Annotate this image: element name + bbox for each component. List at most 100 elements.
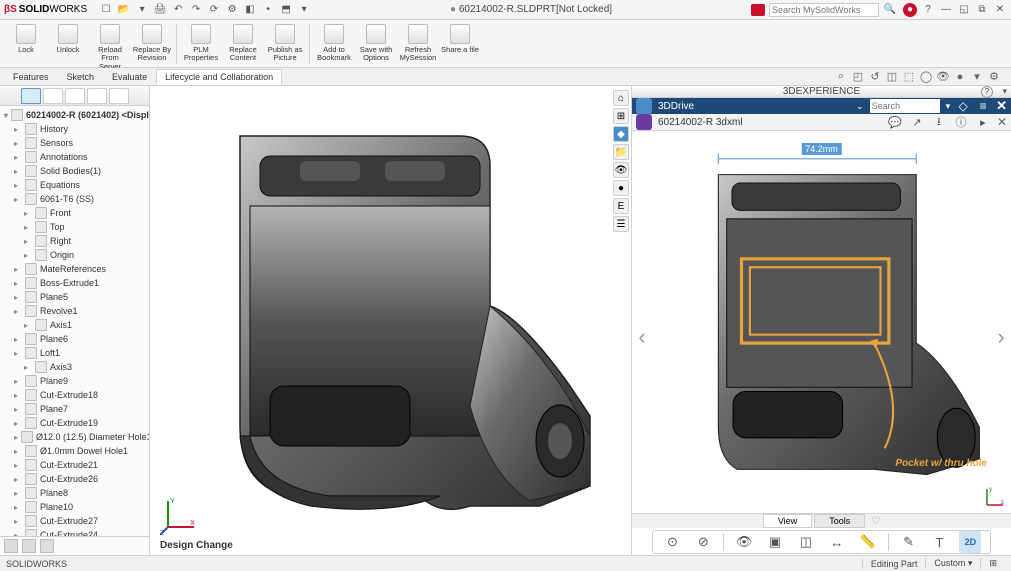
tree-item[interactable]: ▸Sensors	[4, 136, 145, 150]
panel-search-input[interactable]	[870, 99, 940, 113]
drive-dropdown-icon[interactable]: ⌄	[856, 101, 864, 112]
panel-tab-view[interactable]: View	[763, 514, 812, 528]
prev-view-icon[interactable]: ↺	[868, 70, 882, 84]
taskpane-3dx-icon[interactable]: ◆	[613, 126, 629, 142]
ext4-icon[interactable]: ▾	[297, 3, 311, 17]
restore2-icon[interactable]: ⧉	[975, 3, 989, 17]
tree-item[interactable]: ▸Solid Bodies(1)	[4, 164, 145, 178]
tool-pen-icon[interactable]: ✎	[898, 531, 920, 553]
ribbon-share[interactable]: Share a file	[440, 22, 480, 56]
section-icon[interactable]: ◫	[885, 70, 899, 84]
ribbon-publish-picture[interactable]: Publish as Picture	[265, 22, 305, 65]
tree-item[interactable]: ▸Cut-Extrude24	[4, 528, 145, 536]
view-orient-icon[interactable]: ⬚	[902, 70, 916, 84]
tab-sketch[interactable]: Sketch	[58, 69, 104, 85]
close-icon[interactable]: ✕	[993, 3, 1007, 17]
ribbon-unlock[interactable]: Unlock	[48, 22, 88, 56]
tree-item[interactable]: ▸Plane7	[4, 402, 145, 416]
doc-close-icon[interactable]: ✕	[997, 115, 1007, 129]
tool-explode-icon[interactable]: ⊙	[661, 531, 683, 553]
tool-2d-icon[interactable]: 2D	[959, 531, 981, 553]
tree-item[interactable]: ▸Plane5	[4, 290, 145, 304]
tree-item[interactable]: ▸Front	[4, 206, 145, 220]
options-icon[interactable]: ⚙	[225, 3, 239, 17]
tree-item[interactable]: ▸Cut-Extrude21	[4, 458, 145, 472]
tree-item[interactable]: ▸Origin	[4, 248, 145, 262]
ribbon-lock[interactable]: Lock	[6, 22, 46, 56]
undo-icon[interactable]: ↶	[171, 3, 185, 17]
tree-item[interactable]: ▸Plane8	[4, 486, 145, 500]
tab-lifecycle[interactable]: Lifecycle and Collaboration	[156, 69, 282, 85]
fm-tab-tree[interactable]	[21, 88, 41, 104]
fm-ft3[interactable]	[40, 539, 54, 553]
doc-share-icon[interactable]: ↗	[909, 114, 925, 130]
hide-show-icon[interactable]: 👁	[936, 70, 950, 84]
taskpane-resources-icon[interactable]: ⊞	[613, 108, 629, 124]
fm-ft1[interactable]	[4, 539, 18, 553]
restore-icon[interactable]: ◱	[957, 3, 971, 17]
ext3-icon[interactable]: ⬒	[279, 3, 293, 17]
search-icon[interactable]: 🔍	[883, 3, 897, 17]
fm-tab-config[interactable]	[65, 88, 85, 104]
doc-comment-icon[interactable]: 💬	[887, 114, 903, 130]
diamond-icon[interactable]: ◇	[956, 99, 970, 113]
orientation-triad[interactable]: Y X Z	[160, 495, 200, 535]
tool-cube-icon[interactable]: ▣	[764, 531, 786, 553]
tab-evaluate[interactable]: Evaluate	[103, 69, 156, 85]
doc-info-icon[interactable]: ⓘ	[953, 114, 969, 130]
tree-item[interactable]: ▸Ø1.0mm Dowel Hole1	[4, 444, 145, 458]
taskpane-forum-icon[interactable]: ☰	[613, 216, 629, 232]
panel-close-icon[interactable]: ✕	[996, 98, 1007, 114]
panel-viewport[interactable]: ‹ › 74.2mm Pocket w/ thru hole	[632, 131, 1011, 513]
tree-item[interactable]: ▸Plane6	[4, 332, 145, 346]
tool-ruler-icon[interactable]: 📏	[857, 531, 879, 553]
tree-item[interactable]: ▸Cut-Extrude19	[4, 416, 145, 430]
panel-search-dd[interactable]: ▾	[946, 101, 951, 112]
tree-item[interactable]: ▸Cut-Extrude26	[4, 472, 145, 486]
tool-text-icon[interactable]: T	[929, 531, 951, 553]
tree-item[interactable]: ▸Axis3	[4, 360, 145, 374]
appearance-icon[interactable]: ●	[953, 70, 967, 84]
tool-measure-icon[interactable]: ↔	[826, 531, 848, 553]
next-slide-icon[interactable]: ›	[993, 322, 1009, 352]
fm-ft2[interactable]	[22, 539, 36, 553]
tree-item[interactable]: ▸Cut-Extrude18	[4, 388, 145, 402]
redo-icon[interactable]: ↷	[189, 3, 203, 17]
graphics-viewport[interactable]: Y X Z Design Change ⌂ ⊞ ◆ 📁 👁 ● E ☰	[150, 86, 631, 555]
tree-item[interactable]: ▸History	[4, 122, 145, 136]
global-search-input[interactable]	[769, 3, 879, 17]
tree-item[interactable]: ▸Top	[4, 220, 145, 234]
panel-help-icon[interactable]: ?	[981, 86, 993, 98]
fm-tab-display[interactable]	[87, 88, 107, 104]
print-icon[interactable]: 🖨	[153, 3, 167, 17]
panel-triad[interactable]: y z	[983, 485, 1007, 509]
zoom-fit-icon[interactable]: ⌕	[834, 70, 848, 84]
compass-icon[interactable]	[636, 98, 652, 114]
ribbon-save-options[interactable]: Save with Options	[356, 22, 396, 65]
settings-icon[interactable]: ⚙	[987, 70, 1001, 84]
tool-fit-icon[interactable]: ⊘	[692, 531, 714, 553]
ribbon-replace-rev[interactable]: Replace By Revision	[132, 22, 172, 65]
tree-item[interactable]: ▸Equations	[4, 178, 145, 192]
new-icon[interactable]: ☐	[99, 3, 113, 17]
tree-item[interactable]: ▸MateReferences	[4, 262, 145, 276]
taskpane-home-icon[interactable]: ⌂	[613, 90, 629, 106]
save-icon[interactable]: ▾	[135, 3, 149, 17]
ribbon-refresh-session[interactable]: Refresh MySession	[398, 22, 438, 65]
feature-tree[interactable]: ▾60214002-R (6021402) <Display St... ▸Hi…	[0, 106, 149, 536]
taskpane-custom-icon[interactable]: E	[613, 198, 629, 214]
taskpane-view-icon[interactable]: 👁	[613, 162, 629, 178]
tree-item[interactable]: ▸Revolve1	[4, 304, 145, 318]
tree-item[interactable]: ▸Boss-Extrude1	[4, 276, 145, 290]
display-style-icon[interactable]: ◯	[919, 70, 933, 84]
ribbon-replace-content[interactable]: Replace Content	[223, 22, 263, 65]
panel-tab-fav-icon[interactable]: ♡	[871, 516, 880, 527]
menu-icon[interactable]: ≡	[976, 99, 990, 113]
minimize-icon[interactable]: —	[939, 3, 953, 17]
status-extra-icon[interactable]: ⊞	[980, 558, 1005, 569]
status-units[interactable]: Custom ▾	[925, 558, 980, 569]
fm-tab-cam[interactable]	[109, 88, 129, 104]
ribbon-reload[interactable]: Reload From Server	[90, 22, 130, 73]
rebuild-icon[interactable]: ⟳	[207, 3, 221, 17]
open-icon[interactable]: 📂	[117, 3, 131, 17]
